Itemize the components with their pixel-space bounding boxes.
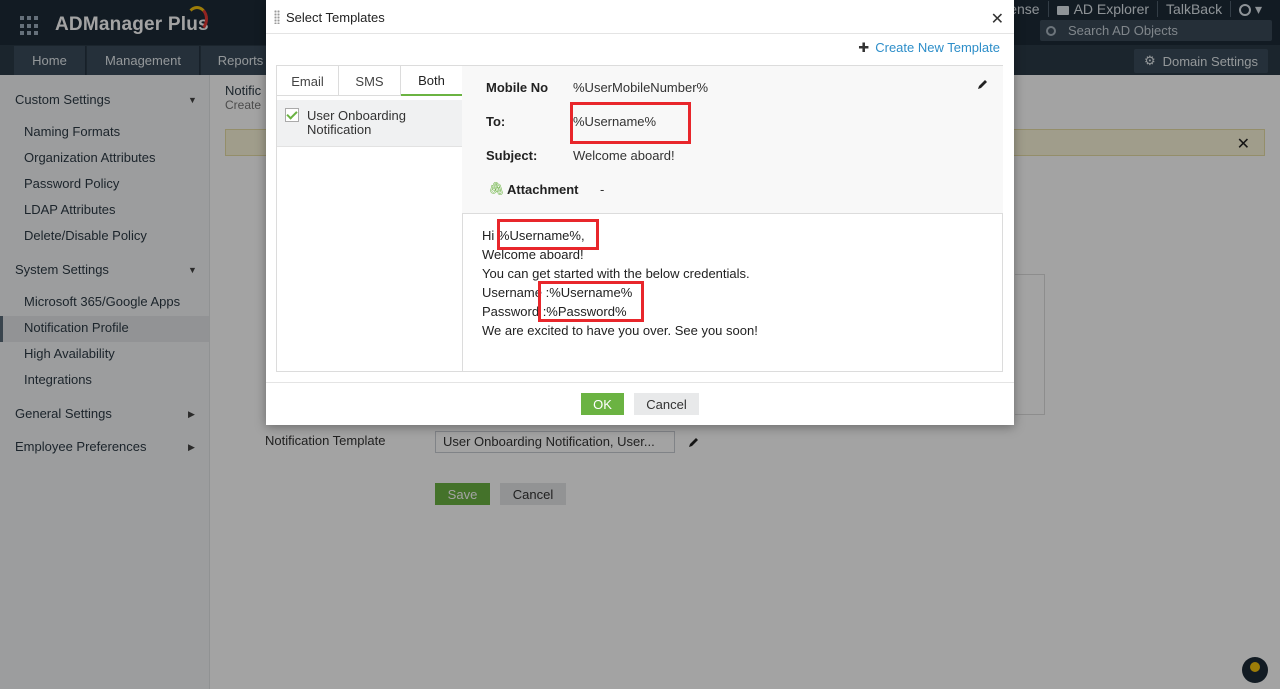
paperclip-icon: 🖇 bbox=[488, 181, 505, 196]
dialog-footer: OK Cancel bbox=[266, 382, 1014, 425]
highlight-credentials bbox=[538, 281, 644, 322]
attachment-value: - bbox=[600, 182, 605, 197]
cancel-button[interactable]: Cancel bbox=[634, 393, 699, 415]
body-line: We are excited to have you over. See you… bbox=[482, 323, 758, 338]
template-list-pane: Email SMS Both User Onboarding Notificat… bbox=[276, 65, 463, 372]
tab-both[interactable]: Both bbox=[401, 66, 462, 96]
ok-button[interactable]: OK bbox=[581, 393, 624, 415]
mobile-label: Mobile No bbox=[486, 80, 549, 95]
template-details: Mobile No %UserMobileNumber% To: %Userna… bbox=[462, 66, 1003, 214]
tab-email[interactable]: Email bbox=[277, 66, 339, 96]
highlight-to-value bbox=[570, 102, 691, 144]
template-item-label: User Onboarding Notification bbox=[307, 108, 406, 137]
plus-icon: ✚ bbox=[858, 40, 870, 55]
tab-sms[interactable]: SMS bbox=[339, 66, 401, 96]
subject-value: Welcome aboard! bbox=[573, 148, 675, 163]
template-checkbox[interactable] bbox=[285, 108, 299, 122]
channel-tabs: Email SMS Both bbox=[277, 66, 462, 96]
attachment-label: Attachment bbox=[507, 182, 579, 197]
create-new-template-link[interactable]: ✚ Create New Template bbox=[858, 40, 1000, 56]
to-label: To: bbox=[486, 114, 506, 129]
dialog-header: Select Templates ✕ bbox=[266, 0, 1014, 34]
close-icon[interactable]: ✕ bbox=[991, 9, 1004, 29]
list-item[interactable]: User Onboarding Notification bbox=[277, 100, 462, 147]
subject-label: Subject: bbox=[486, 148, 538, 163]
dialog-title: Select Templates bbox=[286, 10, 385, 25]
drag-handle-icon[interactable] bbox=[274, 10, 280, 24]
highlight-greeting-username bbox=[497, 219, 599, 250]
select-templates-dialog: Select Templates ✕ ✚ Create New Template … bbox=[266, 0, 1014, 425]
mobile-value: %UserMobileNumber% bbox=[573, 80, 709, 95]
edit-pencil-icon[interactable] bbox=[977, 78, 989, 93]
